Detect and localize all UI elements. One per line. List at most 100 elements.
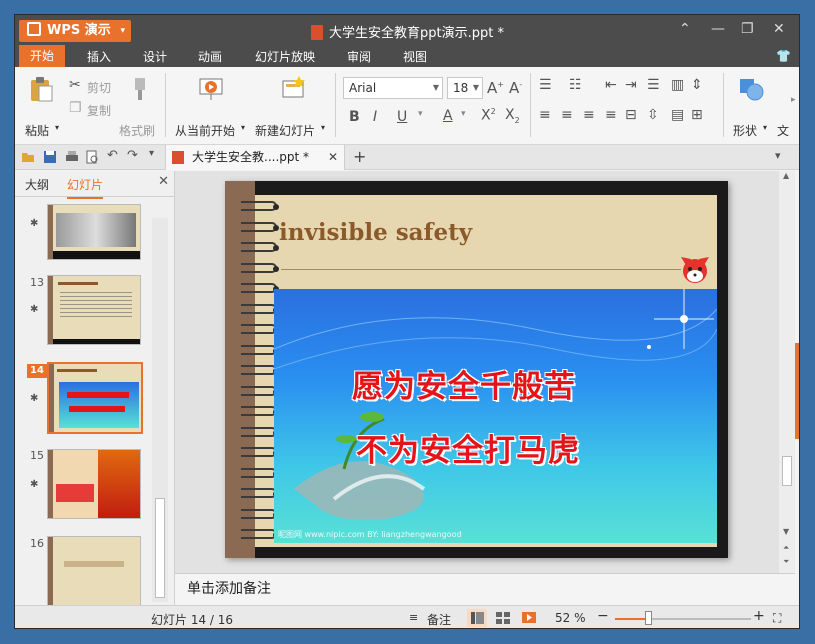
increase-indent-icon[interactable]: ⇥ [625,77,637,93]
align-right-icon[interactable]: ≡ [583,107,595,123]
new-slide-icon[interactable] [279,75,307,103]
print-icon[interactable] [65,150,79,164]
shape-label[interactable]: 形状 [733,122,757,139]
zoom-out-icon[interactable]: − [597,608,609,624]
notes-toggle-label[interactable]: 备注 [427,611,451,628]
scrollbar-thumb[interactable] [155,498,165,598]
minimize-button[interactable]: — [711,21,725,37]
undo-icon[interactable]: ↶ [107,148,121,163]
scroll-up-icon[interactable]: ▲ [783,171,789,180]
tab-slideshow[interactable]: 幻灯片放映 [255,48,315,65]
tab-slides[interactable]: 幻灯片 [67,176,104,199]
new-slide-label[interactable]: 新建幻灯片 [255,122,315,139]
slide-picture[interactable]: 愿为安全千般苦 不为安全打马虎 昵图网 www.nipic.com BY: li… [274,289,717,543]
superscript-icon[interactable]: X2 [481,107,496,124]
scroll-up-page-icon[interactable]: ▼ [783,527,789,536]
slide-thumbnail-15[interactable] [47,449,141,519]
zoom-in-icon[interactable]: + [753,608,765,624]
columns-icon[interactable]: ▥ [671,77,684,93]
tab-insert[interactable]: 插入 [87,48,111,65]
scrollbar-thumb[interactable] [782,456,792,486]
font-color-icon[interactable]: A [443,108,453,124]
scroll-next-slide-icon[interactable]: ⏷ [783,557,789,567]
align-left-icon[interactable]: ≡ [539,107,551,123]
grow-font-icon[interactable]: A+ [487,79,504,97]
skin-icon[interactable]: 👕 [776,49,791,63]
maximize-button[interactable]: ❐ [741,21,754,37]
paste-icon[interactable] [27,75,55,103]
slide-thumbnail-14[interactable] [47,362,143,434]
tab-review[interactable]: 审阅 [347,48,371,65]
slideshow-view-icon[interactable] [519,609,539,627]
underline-icon[interactable]: U [397,109,407,125]
tab-view[interactable]: 视图 [403,48,427,65]
distribute-icon[interactable]: ⊟ [625,107,637,123]
cut-button[interactable]: 剪切 [87,79,111,96]
zoom-slider[interactable] [615,618,751,620]
italic-icon[interactable]: I [373,109,377,125]
notes-toggle-icon[interactable]: ≡ [409,611,418,624]
format-painter-icon[interactable] [125,75,153,103]
task-pane-toggle[interactable] [795,343,799,439]
minimize-ribbon-icon[interactable]: ⌃ [679,21,691,37]
font-size-select[interactable]: 18 ▼ [447,77,483,99]
ribbon-scroll-right-icon[interactable]: ▸ [791,95,796,105]
bold-icon[interactable]: B [349,109,360,125]
decrease-indent-icon[interactable]: ⇤ [605,77,617,93]
tab-menu-icon[interactable]: ▾ [775,149,789,163]
play-from-current-icon[interactable] [197,75,225,103]
save-icon[interactable] [43,150,57,164]
close-tab-icon[interactable]: ✕ [328,145,338,170]
fit-window-icon[interactable]: ⛶ [773,611,781,626]
print-preview-icon[interactable] [85,150,99,164]
paragraph-spacing-icon[interactable]: ⇳ [647,107,659,123]
close-button[interactable]: ✕ [773,21,785,37]
paste-label[interactable]: 粘贴 [25,122,49,139]
document-tab[interactable]: 大学生安全教....ppt * ✕ [165,145,345,170]
close-panel-icon[interactable]: ✕ [158,174,169,189]
open-folder-icon[interactable] [21,150,35,164]
new-slide-dropdown-icon[interactable]: ▾ [321,123,325,132]
slide-sorter-view-icon[interactable] [493,609,513,627]
align-text-icon[interactable]: ⊞ [691,107,703,123]
tab-animation[interactable]: 动画 [198,48,222,65]
font-name-select[interactable]: Arial ▼ [343,77,443,99]
text-box-icon[interactable]: ▤ [671,107,684,123]
underline-dropdown-icon[interactable]: ▾ [418,109,423,119]
current-slide[interactable]: invisible safety 愿为安全千般苦 不为安全打马虎 昵图网 www… [225,181,728,558]
normal-view-icon[interactable] [467,609,487,627]
text-more-label[interactable]: 文 [777,122,789,139]
redo-icon[interactable]: ↷ [127,148,141,163]
scissors-icon[interactable]: ✂ [69,77,81,93]
subscript-icon[interactable]: X2 [505,107,520,125]
notes-pane[interactable]: 单击添加备注 [175,573,795,605]
slide-thumbnail-16[interactable] [47,536,141,606]
zoom-level[interactable]: 52 % [555,611,586,625]
copy-icon[interactable]: ❐ [69,100,82,116]
slide-thumbnail-13[interactable] [47,275,141,345]
slides-scrollbar[interactable] [152,218,168,602]
shape-dropdown-icon[interactable]: ▾ [763,123,767,132]
align-center-icon[interactable]: ≡ [561,107,573,123]
bullet-list-icon[interactable]: ☰ [539,77,552,93]
line-spacing-icon[interactable]: ☰ [647,77,660,93]
play-dropdown-icon[interactable]: ▾ [241,123,245,132]
tab-home[interactable]: 开始 [19,45,65,67]
wps-app-button[interactable]: WPS 演示 ▾ [19,20,131,42]
tab-outline[interactable]: 大纲 [25,176,49,193]
shape-icon[interactable] [737,75,765,103]
zoom-slider-knob[interactable] [644,611,652,625]
new-tab-icon[interactable]: + [353,147,366,166]
editor-scrollbar[interactable]: ▲ ▼ ⏶ ⏷ [779,171,795,573]
text-direction-icon[interactable]: ⇕ [691,77,703,93]
shrink-font-icon[interactable]: A- [509,79,522,97]
slide-title[interactable]: invisible safety [279,219,472,246]
format-painter-label[interactable]: 格式刷 [119,122,155,139]
copy-button[interactable]: 复制 [87,102,111,119]
scroll-prev-slide-icon[interactable]: ⏶ [783,543,789,553]
paste-dropdown-icon[interactable]: ▾ [55,123,59,132]
numbered-list-icon[interactable]: ☷ [569,77,582,93]
play-from-current-label[interactable]: 从当前开始 [175,122,235,139]
font-color-dropdown-icon[interactable]: ▾ [461,109,466,119]
justify-icon[interactable]: ≡ [605,107,617,123]
